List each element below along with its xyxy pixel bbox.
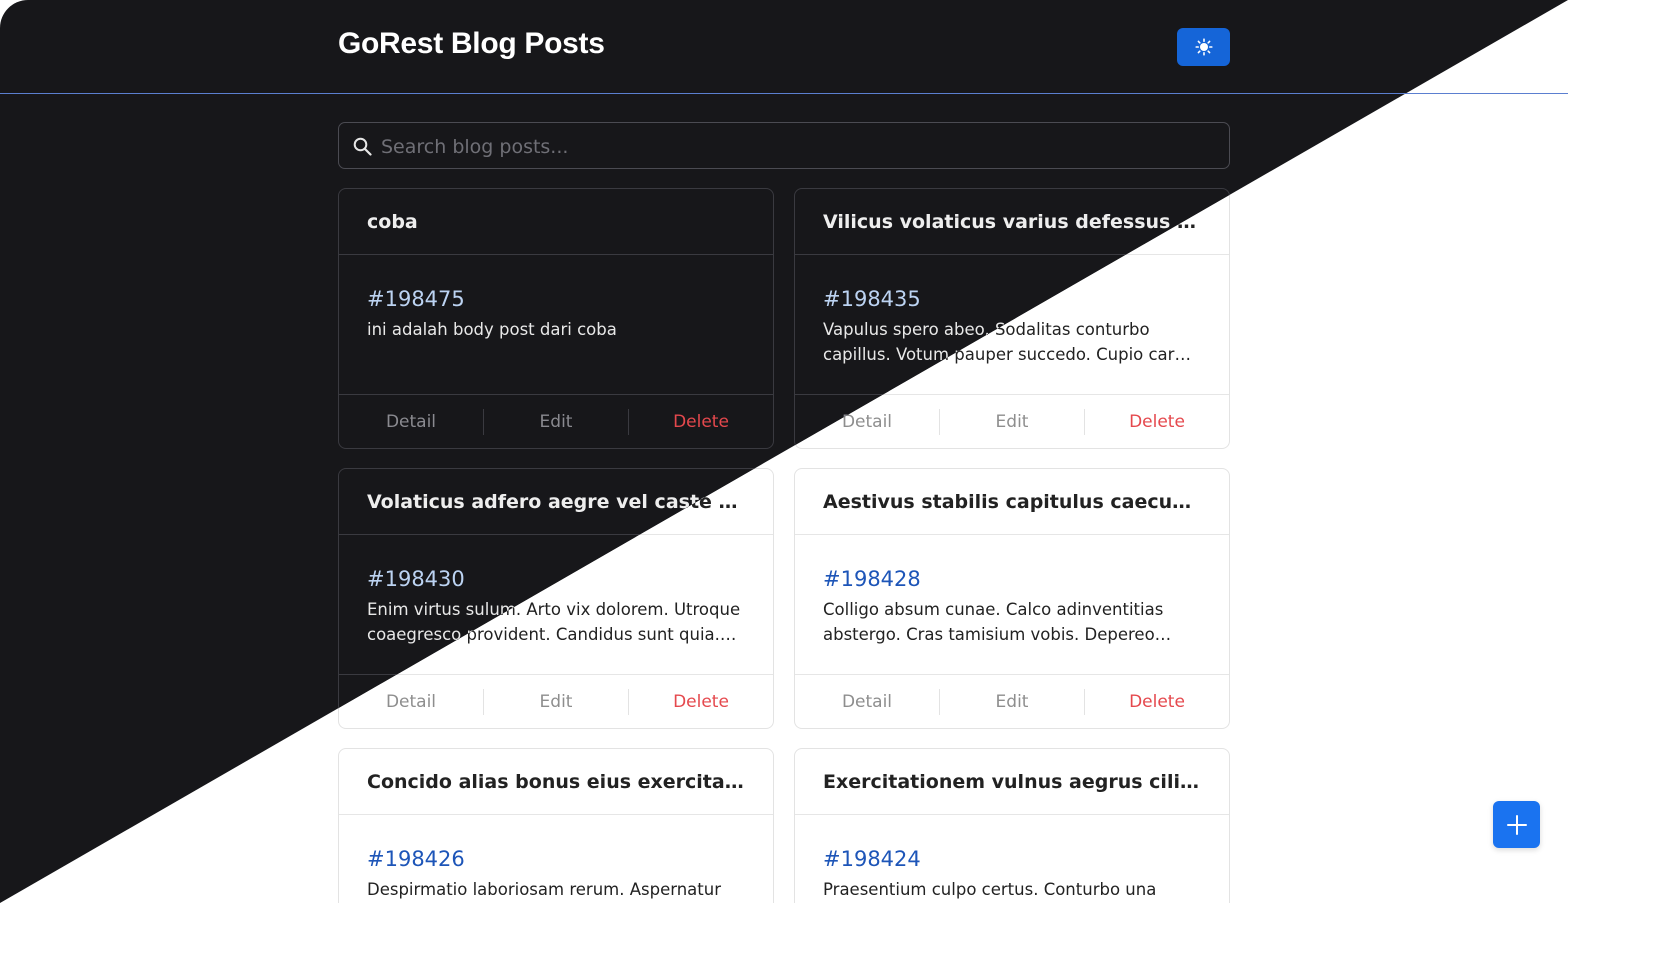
post-title: Aestivus stabilis capitulus caecus neces… <box>795 469 1229 535</box>
post-actions: DetailEditDelete <box>339 675 773 728</box>
app-header: GoRest Blog Posts <box>0 0 1568 94</box>
search-icon <box>353 137 372 156</box>
delete-button[interactable]: Delete <box>628 689 773 715</box>
post-excerpt: ini adalah body post dari coba <box>367 320 617 339</box>
edit-button[interactable]: Edit <box>483 689 628 715</box>
edit-button[interactable]: Edit <box>939 409 1084 435</box>
search-input[interactable] <box>379 131 1203 163</box>
post-id: #198424 <box>823 847 921 871</box>
post-actions: DetailEditDelete <box>795 675 1229 728</box>
post-title-text: Vilicus volaticus varius defessus delinq… <box>823 210 1201 233</box>
search-bar[interactable] <box>338 122 1230 169</box>
edit-button[interactable]: Edit <box>483 409 628 435</box>
add-post-button[interactable] <box>1493 801 1540 848</box>
post-id: #198428 <box>823 567 921 591</box>
post-body: #198426 Despirmatio laboriosam rerum. Asp… <box>339 815 773 903</box>
post-actions: DetailEditDelete <box>339 395 773 448</box>
post-excerpt: Colligo absum cunae. Calco adinventitias… <box>823 600 1164 644</box>
post-title: coba <box>339 189 773 255</box>
delete-button[interactable]: Delete <box>1084 689 1229 715</box>
post-card: Aestivus stabilis capitulus caecus neces… <box>794 468 1230 729</box>
post-card: coba #198475 ini adalah body post dari cob… <box>338 188 774 449</box>
detail-button[interactable]: Detail <box>795 689 939 715</box>
plus-icon <box>1506 814 1527 835</box>
post-excerpt: Praesentium culpo certus. Conturbo una b… <box>823 880 1157 899</box>
post-title: Exercitationem vulnus aegrus cilicium co… <box>795 749 1229 815</box>
post-body: #198428 Colligo absum cunae. Calco adinve… <box>795 535 1229 675</box>
post-title: Concido alias bonus eius exercitationem … <box>339 749 773 815</box>
post-title-text: Concido alias bonus eius exercitationem … <box>367 770 745 793</box>
post-excerpt: Despirmatio laboriosam rerum. Aspernatur <box>367 880 721 899</box>
delete-button[interactable]: Delete <box>1084 409 1229 435</box>
edit-button[interactable]: Edit <box>939 689 1084 715</box>
post-title-text: Exercitationem vulnus aegrus cilicium co… <box>823 770 1201 793</box>
post-card: Concido alias bonus eius exercitationem … <box>338 748 774 903</box>
detail-button[interactable]: Detail <box>339 409 483 435</box>
delete-button[interactable]: Delete <box>628 409 773 435</box>
post-id: #198475 <box>367 287 465 311</box>
post-body: #198424 Praesentium culpo certus. Conturb… <box>795 815 1229 903</box>
post-title-text: Aestivus stabilis capitulus caecus neces… <box>823 490 1201 513</box>
post-body: #198475 ini adalah body post dari coba <box>339 255 773 395</box>
post-card: Exercitationem vulnus aegrus cilicium co… <box>794 748 1230 903</box>
theme-toggle-button[interactable] <box>1177 28 1230 66</box>
sun-icon <box>1194 38 1213 56</box>
post-id: #198426 <box>367 847 465 871</box>
post-title-text: coba <box>367 210 418 233</box>
page-title: GoRest Blog Posts <box>338 27 605 60</box>
